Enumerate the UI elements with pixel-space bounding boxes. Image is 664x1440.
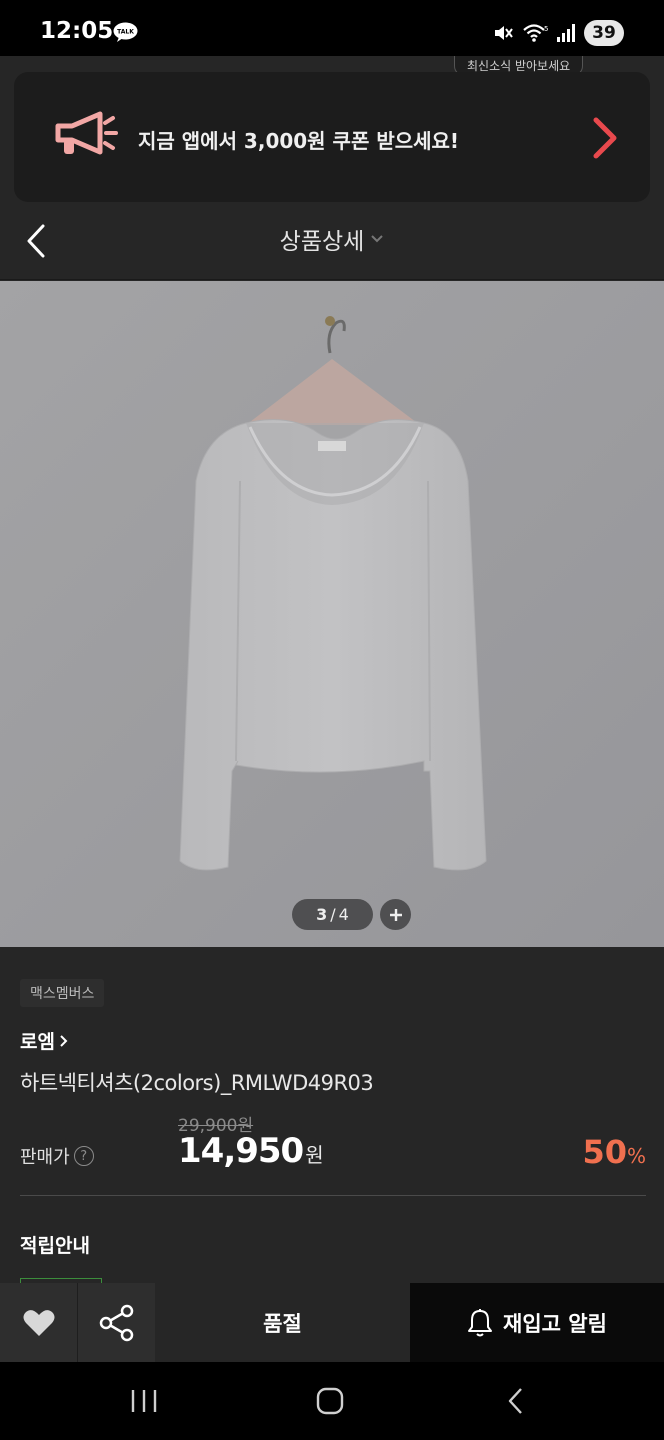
chevron-right-icon: [60, 1034, 68, 1047]
recent-apps-icon: [131, 1390, 157, 1412]
sale-price: 14,950 원: [178, 1131, 324, 1171]
image-page-separator: /: [330, 905, 336, 924]
like-button[interactable]: [0, 1283, 78, 1362]
price-label: 판매가 ?: [20, 1143, 94, 1169]
image-page-total: 4: [338, 905, 349, 924]
status-bar: 12:05 TALK 5 39: [0, 0, 664, 56]
wifi-icon: 5: [523, 24, 548, 42]
system-back-button[interactable]: [491, 1380, 541, 1422]
divider: [20, 1195, 646, 1196]
page-header: 상품상세: [0, 202, 664, 280]
mute-icon: [495, 26, 513, 40]
share-button[interactable]: [78, 1283, 155, 1362]
system-nav-bar: [0, 1362, 664, 1440]
product-detail-page: 최신소식 받아보세요 지금 앱에서 3,000원 쿠폰 받으세요! 상품상세 3…: [0, 56, 664, 1362]
help-icon[interactable]: ?: [73, 1146, 94, 1166]
brand-link[interactable]: 로엠: [20, 1027, 69, 1054]
points-info-title: 적립안내: [20, 1235, 90, 1257]
back-icon: [508, 1388, 522, 1414]
restock-alert-button[interactable]: 재입고 알림: [410, 1283, 664, 1362]
image-page-indicator: 3 / 4: [292, 899, 373, 930]
price-label-text: 판매가: [20, 1147, 70, 1168]
kakaotalk-icon: TALK: [113, 22, 138, 42]
sale-price-value: 14,950: [178, 1131, 304, 1171]
chevron-down-icon: [371, 235, 384, 243]
home-icon: [316, 1387, 344, 1415]
plus-icon: [389, 908, 402, 921]
discount-rate: 50 %: [582, 1133, 646, 1171]
soldout-button[interactable]: 품절: [155, 1283, 410, 1362]
discount-value: 50: [582, 1133, 627, 1171]
megaphone-icon: [55, 111, 118, 155]
product-image-gallery[interactable]: 3 / 4: [0, 281, 664, 947]
brand-name: 로엠: [20, 1031, 55, 1053]
product-image: [0, 281, 664, 947]
page-title[interactable]: 상품상세: [0, 222, 664, 256]
restock-alert-label: 재입고 알림: [503, 1311, 607, 1336]
sale-price-unit: 원: [305, 1143, 324, 1167]
image-page-current: 3: [316, 905, 328, 924]
heart-icon: [23, 1309, 54, 1336]
bell-icon: [468, 1308, 493, 1336]
svg-text:5: 5: [544, 25, 548, 33]
status-icons: 5 39: [492, 20, 624, 46]
image-zoom-button[interactable]: [380, 899, 411, 930]
battery-icon: 39: [584, 20, 624, 46]
share-icon: [99, 1304, 133, 1341]
membership-tag: 맥스멤버스: [20, 979, 105, 1007]
status-time: 12:05: [40, 18, 114, 44]
home-button[interactable]: [305, 1380, 355, 1422]
svg-text:TALK: TALK: [117, 29, 134, 36]
promo-text: 지금 앱에서 3,000원 쿠폰 받으세요!: [138, 129, 460, 153]
app-coupon-banner[interactable]: 지금 앱에서 3,000원 쿠폰 받으세요!: [14, 72, 650, 202]
discount-unit: %: [626, 1144, 646, 1168]
chevron-right-icon[interactable]: [590, 116, 620, 160]
product-name: 하트넥티셔츠(2colors)_RMLWD49R03: [20, 1071, 374, 1095]
page-title-text: 상품상세: [279, 229, 365, 255]
bottom-action-bar: 품절 재입고 알림: [0, 1283, 664, 1362]
signal-icon: [557, 24, 575, 42]
recent-apps-button[interactable]: [119, 1380, 169, 1422]
